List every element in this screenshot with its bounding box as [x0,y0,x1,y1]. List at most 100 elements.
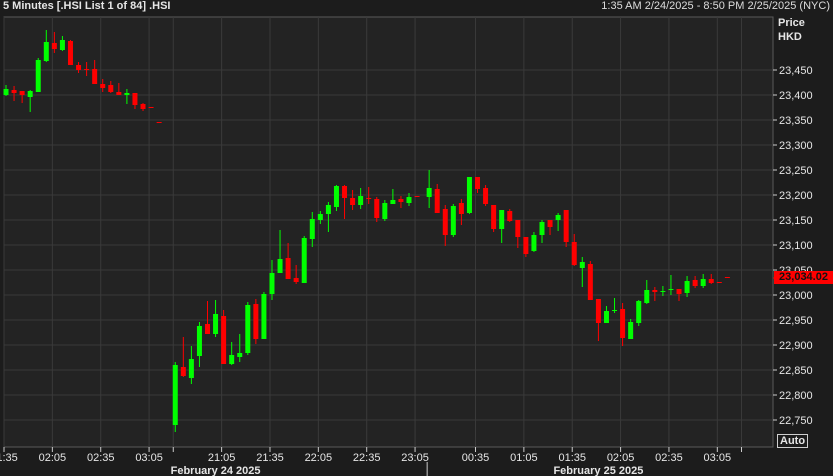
candle-down [76,65,82,70]
candle-down [108,85,114,92]
candle-down [285,258,291,279]
candle-up [426,188,432,197]
candle-down [571,242,577,265]
candle-down [708,279,714,283]
candle-up [317,214,323,220]
candle-up [700,279,706,286]
candle-up [644,290,650,303]
x-tick-label: 02:35 [87,452,115,464]
candle-up [603,311,609,323]
x-tick-label: 03:05 [704,452,732,464]
x-tick-label: 03:05 [135,452,163,464]
candle-up [43,42,49,61]
date-range: 1:35 AM 2/24/2025 - 8:50 PM 2/25/2025 (N… [601,0,830,12]
candle-down [523,237,529,254]
candle-up [59,40,65,50]
candle-up [35,60,41,92]
chart-title: 5 Minutes [.HSI List 1 of 84] .HSI [3,0,171,12]
candle-up [124,93,130,95]
candle-down [350,198,356,205]
candle-up [309,219,315,239]
candle-down [587,264,593,300]
y-tick-label: 23,200 [779,190,813,202]
candle-up [684,281,690,293]
y-tick-label: 23,300 [779,140,813,152]
candle-up [358,196,364,205]
chart-header: 5 Minutes [.HSI List 1 of 84] .HSI 1:35 … [0,0,833,15]
candle-up [499,210,505,229]
candle-up [612,310,618,311]
date-label: February 25 2025 [553,465,643,476]
candle-down [595,299,601,323]
x-tick-label: 21:35 [256,452,284,464]
candle-up [636,301,642,323]
candle-up [450,206,456,235]
candle-down [692,280,698,286]
plot-area[interactable] [3,16,774,448]
candle-down [620,309,626,338]
candle-down [515,220,521,237]
candle-up [628,322,634,339]
y-tick-label: 23,000 [779,290,813,302]
y-tick-label: 23,350 [779,115,813,127]
y-tick-label: 22,750 [779,415,813,427]
candle-down [11,90,17,93]
y-tick-label: 23,150 [779,215,813,227]
candle-down [342,186,348,198]
candle-down [374,199,380,218]
y-tick-label: 23,400 [779,90,813,102]
auto-scale-button[interactable]: Auto [777,434,809,448]
y-tick-label: 22,900 [779,340,813,352]
candle-down [180,367,186,376]
candle-up [539,222,545,235]
candle-down [414,196,420,197]
candle-down [483,188,489,204]
currency-label: HKD [778,31,802,43]
candle-up [261,294,267,339]
y-tick-label: 22,850 [779,365,813,377]
candle-down [140,104,146,109]
candle-up [333,186,339,207]
candle-down [84,69,90,70]
candle-up [27,91,33,97]
y-tick-label: 22,800 [779,390,813,402]
candle-down [148,107,154,108]
y-tick-label: 23,100 [779,240,813,252]
candlestick-chart[interactable]: 23,450 23,400 23,350 23,300 23,250 23,200 23,1… [0,0,833,476]
candle-down [293,278,299,282]
candle-down [19,91,25,95]
y-tick-label: 23,450 [779,65,813,77]
x-tick-label: 00:35 [462,452,490,464]
x-tick-label: 01:35 [0,452,18,464]
candle-up [660,291,666,292]
candle-up [188,359,194,378]
candle-down [221,316,227,364]
price-axis-label: Price HKD [778,16,805,44]
candle-up [301,238,307,283]
last-price-badge: 23,034.02 [774,271,833,284]
y-tick-label: 23,250 [779,165,813,177]
candle-up [325,205,331,214]
x-tick-label: 01:35 [558,452,586,464]
price-label: Price [778,17,805,29]
x-tick-label: 22:35 [353,452,381,464]
candle-down [676,289,682,294]
candle-up [172,365,178,425]
candle-up [531,235,537,251]
candle-down [434,189,440,213]
candle-down [563,210,569,242]
time-axis: 01:35 02:05 02:35 03:05 21:05 21:35 22:05 22:35… [0,447,742,476]
x-tick-label: 02:05 [39,452,67,464]
candle-up [466,177,472,213]
candle-up [382,203,388,219]
candle-up [406,197,412,203]
candle-down [100,84,106,88]
candle-down [716,282,722,283]
candle-down [491,205,497,229]
candle-down [51,43,57,49]
candle-down [366,198,372,199]
candle-down [475,177,481,189]
candle-up [277,259,283,273]
candle-down [652,290,658,292]
candle-up [245,305,251,353]
